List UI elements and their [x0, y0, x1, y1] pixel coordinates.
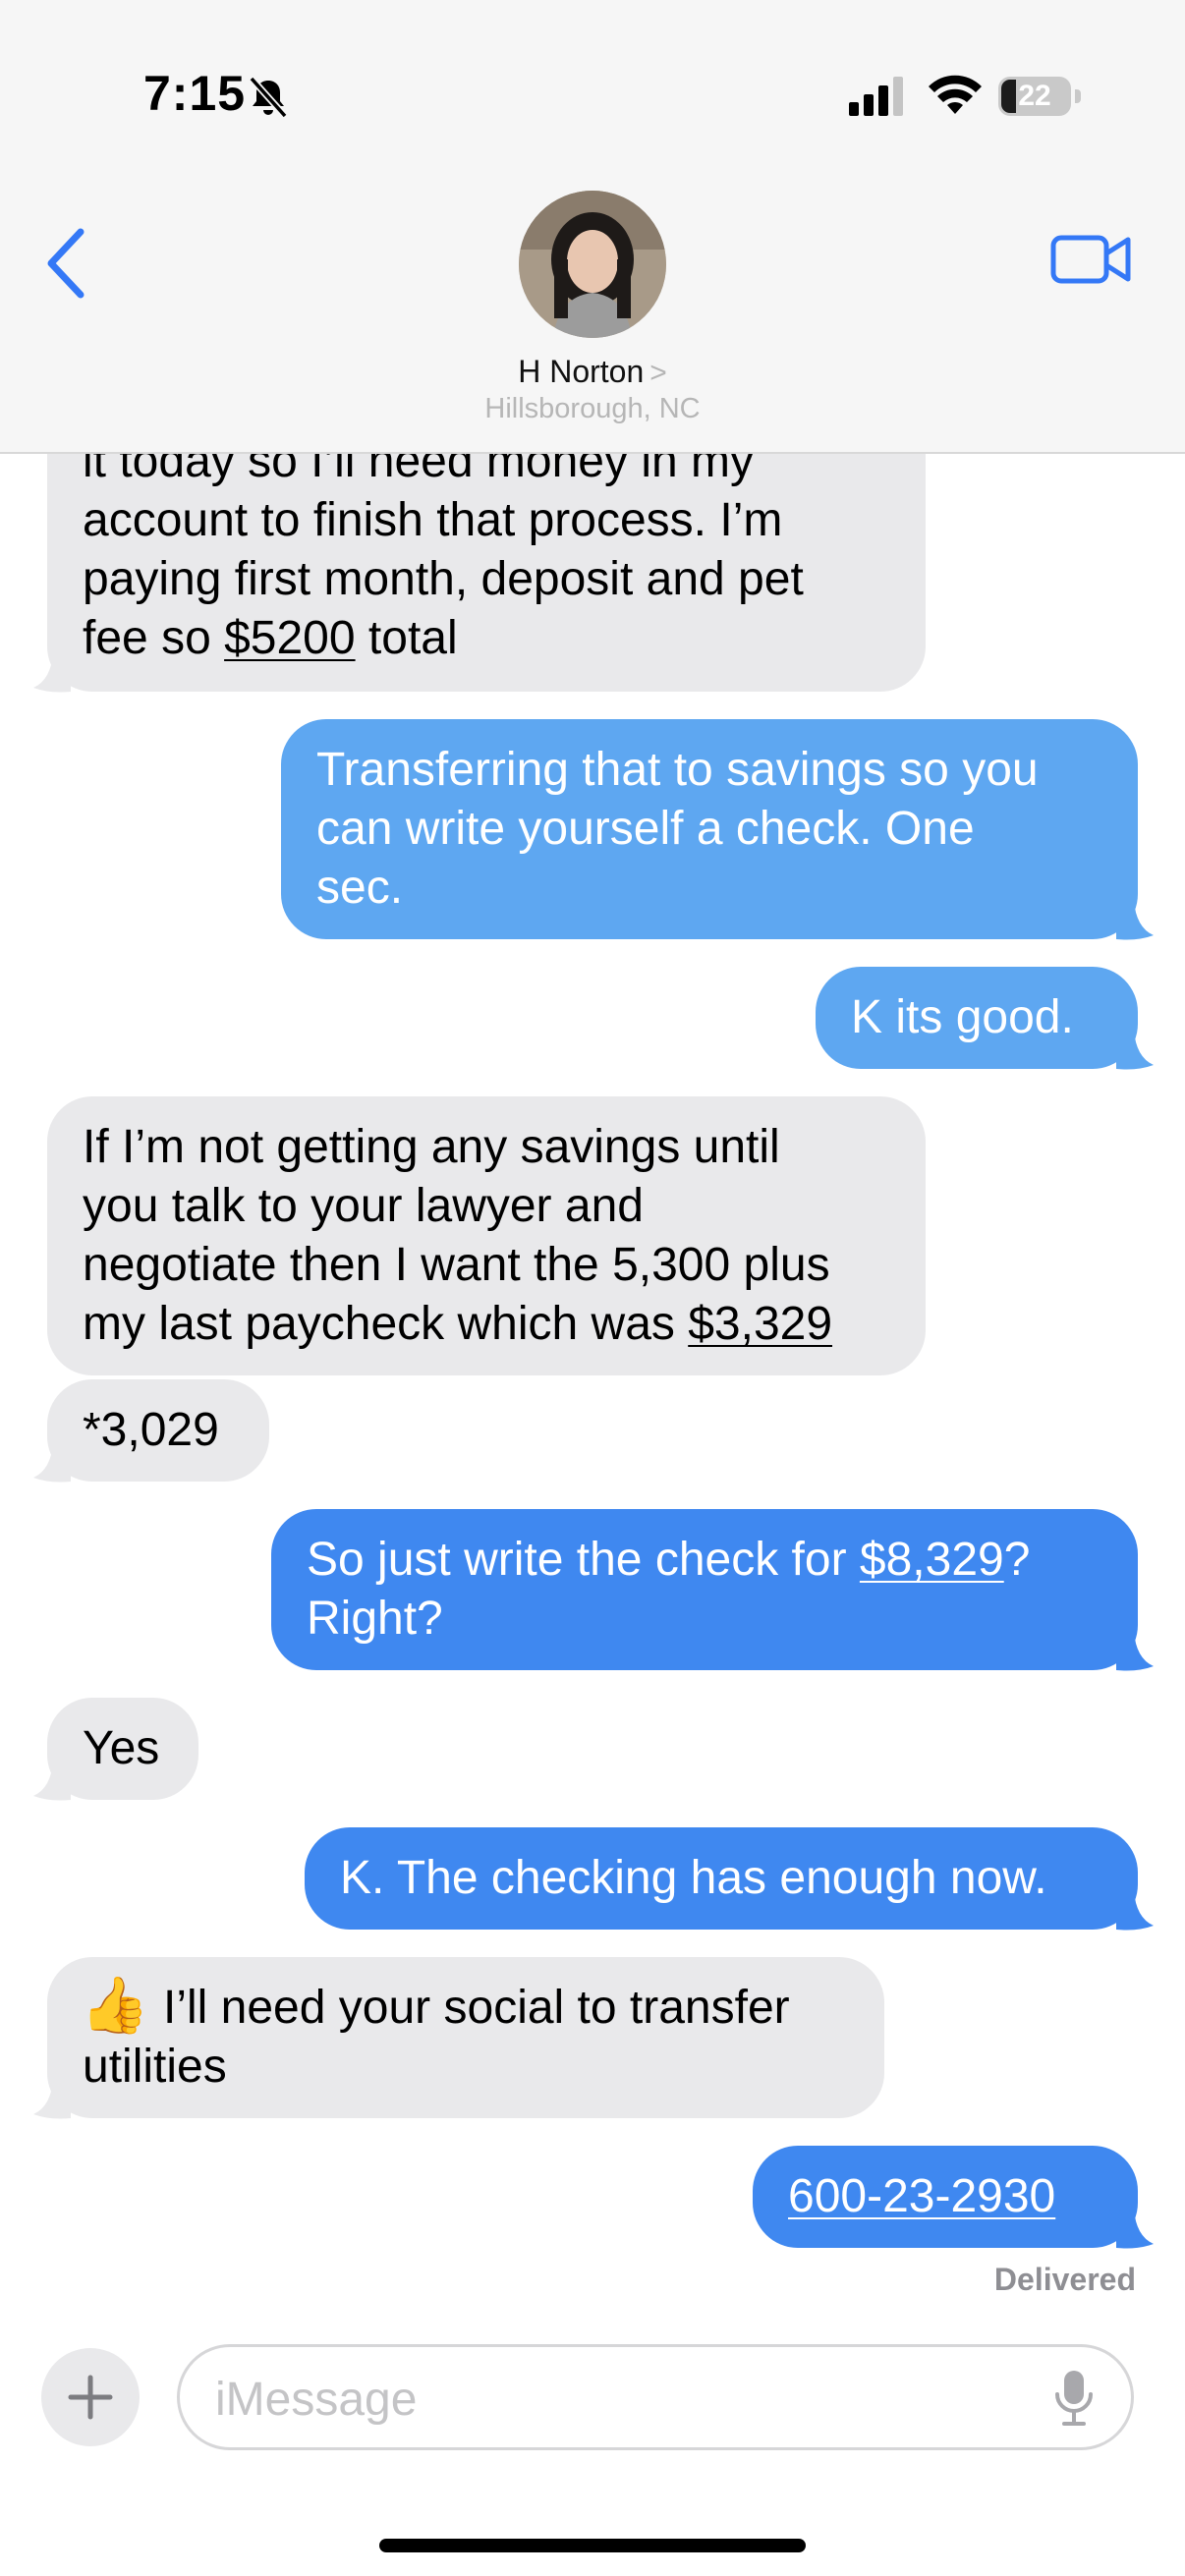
message-text: *3,029: [83, 1404, 219, 1456]
message-line: If I’m not getting any savings until: [83, 1121, 780, 1173]
bubble-tail: [1116, 900, 1154, 940]
message-line: can write yourself a check. One: [316, 803, 975, 855]
message-bubble-outgoing[interactable]: K its good.: [816, 967, 1138, 1069]
message-bubble-outgoing[interactable]: Transferring that to savings so you can …: [281, 719, 1138, 939]
message-text: So just write the check for: [307, 1534, 860, 1586]
message-line: sec.: [316, 862, 404, 914]
message-input-placeholder: iMessage: [215, 2374, 418, 2426]
message-line: fee so $5200 total: [83, 609, 890, 668]
add-attachment-button[interactable]: [41, 2348, 140, 2446]
microphone-icon[interactable]: [1052, 2369, 1096, 2428]
message-text: Yes: [83, 1722, 160, 1774]
message-bubble-incoming[interactable]: I’ll need your social to transfer utilit…: [47, 1957, 884, 2118]
contact-avatar[interactable]: [519, 191, 666, 338]
amount-link[interactable]: $3,329: [688, 1298, 832, 1350]
home-indicator[interactable]: [379, 2539, 806, 2552]
battery-icon: 22: [998, 77, 1081, 116]
bubble-tail: [1116, 1631, 1154, 1671]
message-input[interactable]: iMessage: [177, 2344, 1134, 2450]
cellular-signal-icon: [849, 77, 903, 116]
bubble-tail: [33, 652, 71, 693]
chevron-right-icon: >: [649, 357, 667, 389]
bubble-tail: [33, 1442, 71, 1483]
wifi-icon: [929, 75, 982, 114]
message-text: K its good.: [851, 991, 1074, 1043]
message-bubble-incoming[interactable]: it today so I’ll need money in my accoun…: [47, 413, 926, 692]
message-line: paying first month, deposit and pet: [83, 553, 804, 605]
battery-percent: 22: [1018, 80, 1051, 112]
battery-tip: [1075, 89, 1081, 103]
contact-name-label[interactable]: H Norton: [518, 354, 644, 389]
plus-icon: [68, 2375, 113, 2420]
bubble-tail: [1116, 1030, 1154, 1070]
message-bubble-incoming[interactable]: If I’m not getting any savings until you…: [47, 1096, 926, 1375]
contact-location: Hillsborough, NC: [484, 393, 701, 424]
message-text: fee so: [83, 612, 225, 664]
status-time: 7:15: [143, 66, 247, 121]
contact-name[interactable]: H Norton >: [0, 354, 1185, 390]
message-bubble-incoming[interactable]: *3,029: [47, 1379, 269, 1482]
message-line: utilities: [83, 2041, 227, 2093]
video-camera-icon[interactable]: [1049, 230, 1132, 289]
message-line: Right?: [307, 1593, 443, 1645]
bubble-tail: [1116, 2209, 1154, 2249]
message-text: ?: [1003, 1534, 1031, 1586]
message-bubble-outgoing[interactable]: So just write the check for $8,329? Righ…: [271, 1509, 1138, 1670]
message-text: my last paycheck which was: [83, 1298, 689, 1350]
bubble-tail: [1116, 1890, 1154, 1931]
message-line: you talk to your lawyer and: [83, 1180, 644, 1232]
phone-number-link[interactable]: 600-23-2930: [788, 2167, 1102, 2226]
message-line: negotiate then I want the 5,300 plus: [83, 1239, 830, 1291]
avatar-photo: [519, 191, 666, 338]
amount-link[interactable]: $5200: [224, 612, 355, 664]
amount-link[interactable]: $8,329: [860, 1534, 1004, 1586]
bubble-tail: [33, 1761, 71, 1801]
chevron-left-icon[interactable]: [39, 222, 94, 305]
message-line: So just write the check for $8,329?: [307, 1531, 1102, 1590]
message-line: account to finish that process. I’m: [83, 494, 783, 546]
message-line: I’ll need your social to transfer: [163, 1982, 790, 2034]
message-line: Transferring that to savings so you: [316, 744, 1039, 796]
message-line: my last paycheck which was $3,329: [83, 1295, 890, 1354]
conversation-header: 7:15 22 H Norton > Hillsborough, NC: [0, 0, 1185, 454]
message-text: total: [355, 612, 458, 664]
bell-slash-icon: [249, 76, 288, 119]
message-text: K. The checking has enough now.: [340, 1852, 1047, 1904]
message-bubble-outgoing[interactable]: 600-23-2930: [753, 2146, 1138, 2248]
thumbs-up-emoji: 👍: [81, 1974, 149, 2036]
bubble-tail: [33, 2079, 71, 2119]
delivery-status: Delivered: [993, 2262, 1136, 2297]
message-bubble-outgoing[interactable]: K. The checking has enough now.: [305, 1827, 1138, 1930]
